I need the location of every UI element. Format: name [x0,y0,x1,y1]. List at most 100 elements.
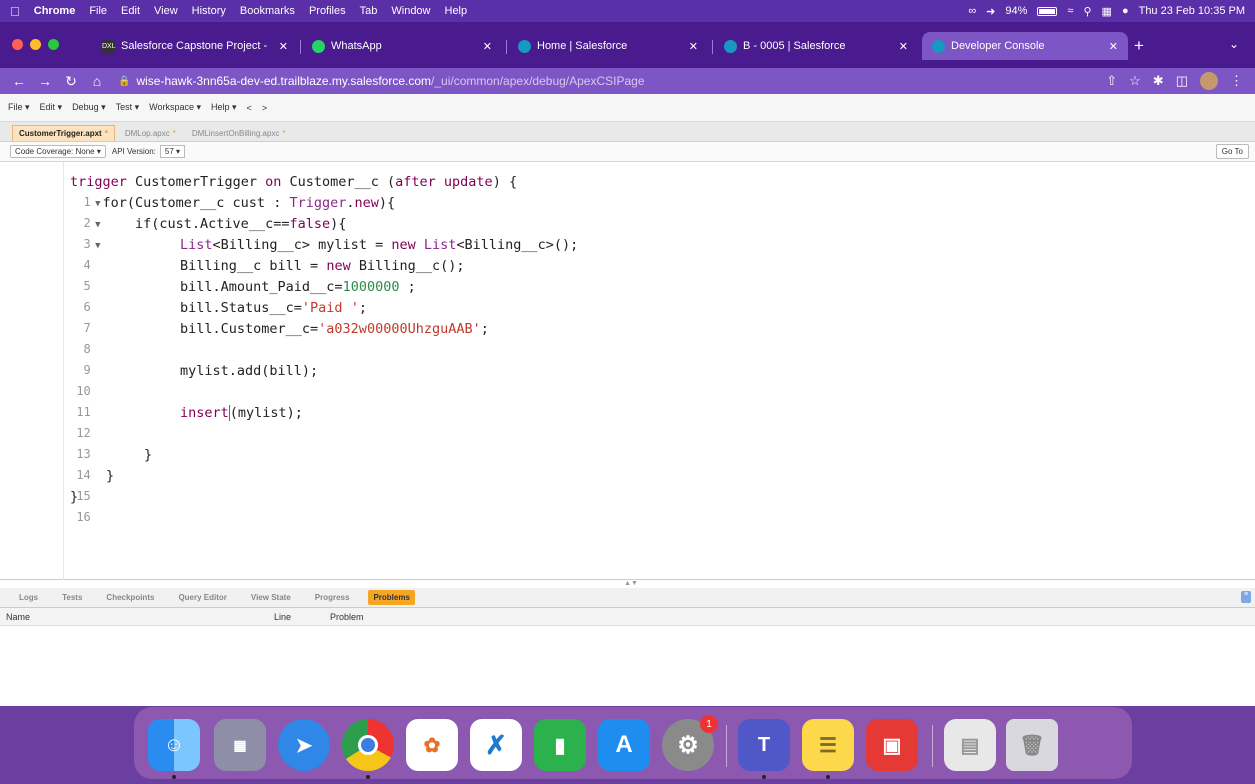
control-center-icon[interactable]: ▦ [1102,5,1112,18]
safari-icon[interactable]: ➤ [278,719,330,771]
code-editor[interactable]: 1 ▼ trigger CustomerTrigger on Customer__… [0,162,1255,580]
trash-icon[interactable]: 🗑 [1006,719,1058,771]
launchpad-icon[interactable]: ▦ [214,719,266,771]
code-line[interactable]: 6 bill.Amount_Paid__c=1000000 ; [0,277,1255,314]
spotlight-icon[interactable]: ⚲ [1083,5,1091,18]
close-icon[interactable]: ✕ [689,40,698,53]
bluetooth-icon[interactable]: ∞ [968,5,976,17]
arrow-icon[interactable]: ➜ [986,5,995,18]
vscode-icon[interactable]: ✗ [470,719,522,771]
tab-home-salesforce[interactable]: Home | Salesforce ✕ [508,32,708,60]
tab-developer-console[interactable]: Developer Console ✕ [922,32,1128,60]
forward-arrow-icon[interactable]: → [38,73,52,89]
console-menu-workspace[interactable]: Workspace ▾ [149,102,201,113]
share-icon[interactable]: ⇧ [1106,73,1117,89]
menu-file[interactable]: File [89,5,107,17]
back-arrow-icon[interactable]: ← [12,73,26,89]
profile-avatar[interactable] [1200,72,1218,90]
console-menu-help[interactable]: Help ▾ [211,102,237,113]
menu-window[interactable]: Window [391,5,430,17]
siri-icon[interactable]: ● [1122,5,1129,17]
console-menu-edit[interactable]: Edit ▾ [40,102,63,113]
code-line[interactable]: 4 List<Billing__c> mylist = new List<Bil… [0,235,1255,272]
bookmark-star-icon[interactable]: ☆ [1129,73,1141,89]
reload-icon[interactable]: ↻ [64,73,78,90]
console-menu-file[interactable]: File ▾ [8,102,30,113]
menu-bookmarks[interactable]: Bookmarks [240,5,295,17]
column-line[interactable]: Line [274,612,291,622]
apple-icon[interactable]:  [10,4,20,19]
menu-datetime[interactable]: Thu 23 Feb 10:35 PM [1139,5,1245,17]
file-tab-dmlinsertonbilling[interactable]: DMLinsertOnBilling.apxc * [186,126,292,141]
finder-icon[interactable]: ☺ [148,719,200,771]
tab-checkpoints[interactable]: Checkpoints [101,590,159,605]
close-icon[interactable]: ✕ [899,40,908,53]
home-icon[interactable]: ⌂ [90,73,104,89]
code-line[interactable]: 16 } [0,487,1255,524]
console-menu-test[interactable]: Test ▾ [116,102,140,113]
photobooth-icon[interactable]: ▣ [866,719,918,771]
tab-progress[interactable]: Progress [310,590,355,605]
close-window-button[interactable] [12,39,23,50]
tab-b-0005-salesforce[interactable]: B - 0005 | Salesforce ✕ [714,32,918,60]
code-line[interactable]: 13 [0,424,1255,461]
code-line[interactable]: 5 Billing__c bill = new Billing__c(); [0,256,1255,293]
code-line[interactable]: 12 insert(mylist); [0,403,1255,440]
code-line[interactable]: 15 } [0,466,1255,503]
tab-logs[interactable]: Logs [14,590,43,605]
code-line[interactable]: 8 bill.Customer__c='a032w00000UhzguAAB'; [0,319,1255,356]
appstore-icon[interactable]: A [598,719,650,771]
address-bar[interactable]: 🔒 wise-hawk-3nn65a-dev-ed.trailblaze.my.… [118,71,1078,91]
tab-problems[interactable]: Problems [368,590,415,605]
tab-tests[interactable]: Tests [57,590,87,605]
minimize-window-button[interactable] [30,39,41,50]
extensions-puzzle-icon[interactable]: ✱ [1153,73,1164,89]
code-line[interactable]: 1 ▼ trigger CustomerTrigger on Customer__… [0,172,1255,209]
document-icon[interactable]: ▤ [944,719,996,771]
menu-app-name[interactable]: Chrome [34,5,76,17]
chevron-down-icon[interactable]: ⌄ [1229,37,1239,51]
column-problem[interactable]: Problem [330,612,364,622]
notes-icon[interactable]: ☰ [802,719,854,771]
console-menu-debug[interactable]: Debug ▾ [72,102,106,113]
menu-history[interactable]: History [192,5,226,17]
menu-edit[interactable]: Edit [121,5,140,17]
sidepanel-icon[interactable]: ◫ [1176,73,1188,89]
tab-capstone-project[interactable]: DXL Salesforce Capstone Project - ✕ [92,32,298,60]
code-coverage-dropdown[interactable]: Code Coverage: None ▾ [10,145,106,158]
menu-profiles[interactable]: Profiles [309,5,346,17]
collapse-panel-icon[interactable]: ≡ [1241,591,1251,603]
api-version-select[interactable]: 57 ▾ [159,145,186,158]
menu-view[interactable]: View [154,5,178,17]
wifi-icon[interactable]: ≈ [1067,5,1073,17]
settings-icon[interactable]: ⚙ 1 [662,715,718,771]
file-tab-dmlop[interactable]: DMLop.apxc * [119,126,182,141]
zoom-window-button[interactable] [48,39,59,50]
chrome-icon[interactable] [342,719,394,771]
code-line[interactable]: 3 ▼ if(cust.Active__c==false){ [0,214,1255,251]
code-line[interactable]: 9 [0,340,1255,377]
tab-query-editor[interactable]: Query Editor [173,590,231,605]
new-tab-plus-icon[interactable]: + [1134,36,1144,56]
go-to-button[interactable]: Go To [1215,144,1249,159]
battery-icon[interactable] [1037,6,1058,16]
menu-help[interactable]: Help [445,5,468,17]
close-icon[interactable]: ✕ [483,40,492,53]
tab-whatsapp[interactable]: WhatsApp ✕ [302,32,502,60]
column-name[interactable]: Name [6,612,30,622]
code-line[interactable]: 10 mylist.add(bill); [0,361,1255,398]
code-line[interactable]: 11 [0,382,1255,419]
menu-tab[interactable]: Tab [360,5,378,17]
close-icon[interactable]: ✕ [279,40,288,53]
teams-icon[interactable]: T [738,719,790,771]
code-line[interactable]: 2 ▼ for(Customer__c cust : Trigger.new){ [0,193,1255,230]
code-line[interactable]: 14 } [0,445,1255,482]
more-menu-icon[interactable]: ⋮ [1230,73,1243,89]
file-tab-customertrigger[interactable]: CustomerTrigger.apxt * [12,125,115,141]
panel-splitter-handle[interactable]: ▲▼ [620,580,642,587]
code-line[interactable]: 7 bill.Status__c='Paid '; [0,298,1255,335]
lock-icon[interactable]: 🔒 [118,76,130,87]
photos-icon[interactable]: ✿ [406,719,458,771]
console-forward-button[interactable]: > [262,103,267,113]
numbers-icon[interactable]: ▮ [534,719,586,771]
